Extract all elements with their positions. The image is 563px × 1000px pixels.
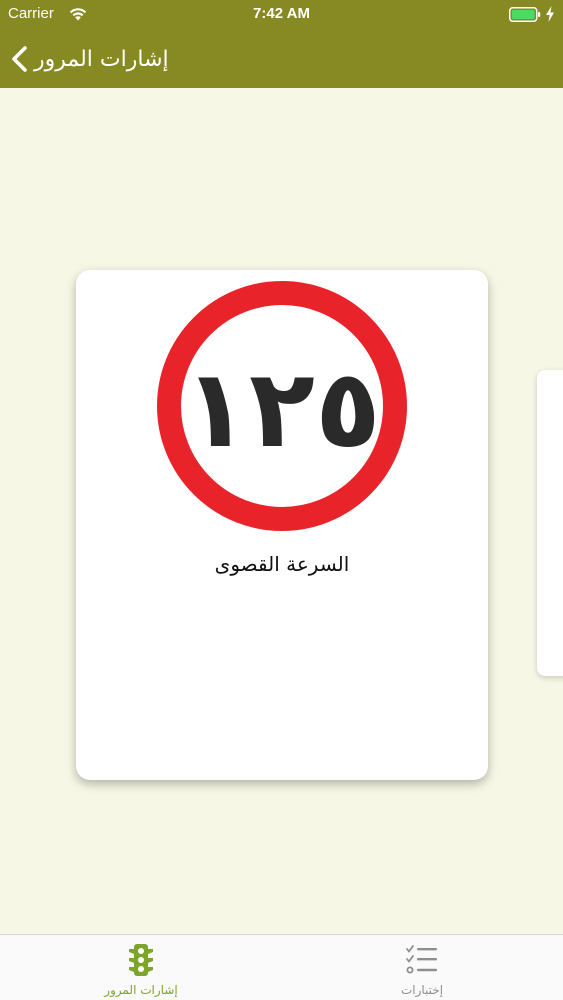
- chevron-left-icon: [12, 46, 27, 72]
- back-button[interactable]: إشارات المرور: [10, 36, 169, 82]
- sign-carousel[interactable]: ١٢٥ السرعة القصوى: [0, 88, 563, 934]
- next-sign-card[interactable]: [537, 370, 563, 676]
- tab-traffic-signs[interactable]: إشارات المرور: [71, 935, 211, 1000]
- tab-tests[interactable]: إختبارات: [352, 935, 492, 1000]
- clock-label: 7:42 AM: [253, 5, 310, 22]
- battery-icon: [509, 7, 541, 22]
- list-check-icon: [406, 945, 437, 974]
- status-bar: Carrier 7:42 AM: [0, 0, 563, 30]
- tab-bar: إشارات المرور إختبارات: [0, 934, 563, 1000]
- sign-caption: السرعة القصوى: [214, 552, 350, 576]
- tab-tests-label: إختبارات: [400, 983, 444, 997]
- traffic-light-icon: [129, 944, 153, 976]
- charging-bolt-icon: [546, 6, 554, 22]
- navigation-bar: إشارات المرور: [0, 30, 563, 88]
- speed-limit-sign: ١٢٥: [157, 281, 407, 531]
- tab-traffic-signs-label: إشارات المرور: [104, 983, 178, 997]
- sign-card[interactable]: ١٢٥ السرعة القصوى: [76, 270, 488, 780]
- sign-number: ١٢٥: [183, 347, 381, 472]
- page-title: إشارات المرور: [34, 46, 169, 72]
